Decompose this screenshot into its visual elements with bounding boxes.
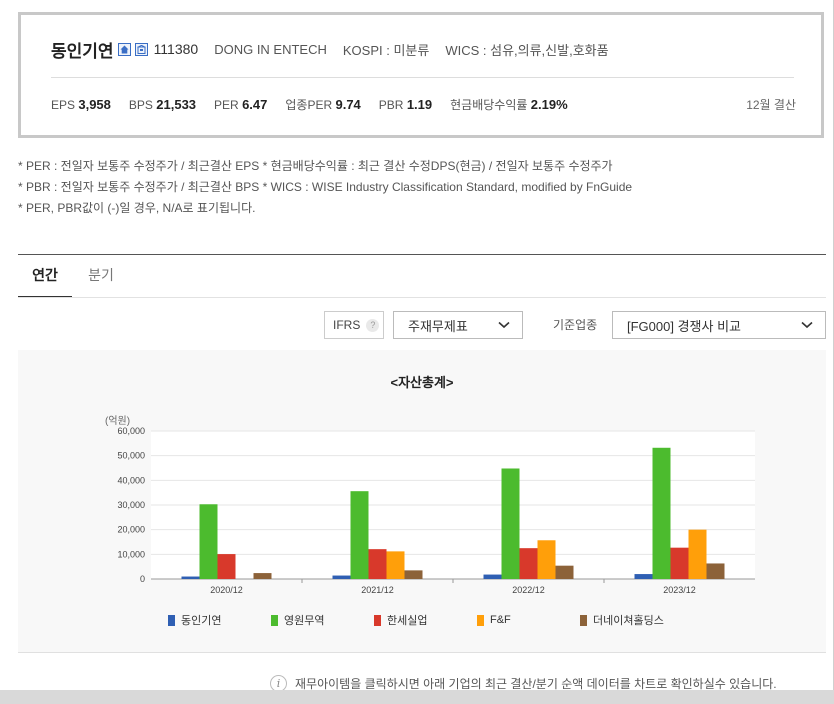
home-icon[interactable] (117, 42, 131, 56)
y-tick-label: 40,000 (117, 475, 145, 485)
y-tick-label: 50,000 (117, 451, 145, 461)
stat-bps: BPS 21,533 (128, 96, 197, 112)
ifrs-toggle[interactable]: IFRS ? (324, 311, 384, 339)
bar (386, 551, 405, 579)
industry-select[interactable]: [FG000] 경쟁사 비교 (612, 311, 826, 339)
industry-select-value: [FG000] 경쟁사 비교 (627, 318, 741, 334)
legend-item[interactable]: 더네이쳐홀딩스 (580, 612, 683, 628)
bottom-divider (18, 652, 826, 653)
chart-panel: <자산총계> 0 10,000 20,000 30,000 40,000 50,000 60… (18, 350, 826, 652)
bar (537, 540, 556, 579)
bottom-scrollbar[interactable] (0, 690, 834, 704)
bar (519, 548, 538, 579)
tabs-divider (18, 297, 826, 298)
legend-item[interactable]: 한세실업 (374, 612, 477, 628)
stock-code: 111380 (153, 41, 199, 57)
help-icon[interactable]: ? (366, 318, 380, 332)
note-per: * PER : 전일자 보통주 수정주가 / 최근결산 EPS * 현금배당수익… (18, 159, 613, 173)
company-name: 동인기연 (51, 41, 114, 61)
statement-select-value: 주재무제표 (408, 318, 468, 334)
section-divider (18, 254, 826, 255)
company-english-name: DONG IN ENTECH (214, 41, 327, 57)
industry-label: 기준업종 (553, 318, 598, 332)
legend-label: F&F (490, 614, 511, 626)
y-tick-label: 60,000 (117, 426, 145, 436)
bar (350, 491, 369, 579)
legend-label: 영원무역 (284, 615, 325, 627)
building-icon[interactable] (134, 42, 148, 56)
stats-row: EPS 3,958 BPS 21,533 PER 6.47 업종PER 9.74… (51, 94, 796, 114)
y-axis-label: (억원) (105, 415, 130, 427)
legend-item[interactable]: 동인기연 (168, 612, 271, 628)
legend-label: 동인기연 (181, 615, 222, 627)
tab-quarter[interactable]: 분기 (80, 256, 122, 296)
chevron-down-icon (801, 321, 813, 329)
wics-classification: WICS : 섬유,의류,신발,호화품 (445, 42, 609, 58)
notes: * PER : 전일자 보통주 수정주가 / 최근결산 EPS * 현금배당수익… (18, 156, 632, 219)
y-tick-label: 20,000 (117, 525, 145, 535)
x-tick-label: 2022/12 (512, 585, 545, 595)
period-tabs: 연간 분기 (18, 256, 826, 298)
bar (332, 575, 351, 579)
bar (199, 504, 218, 579)
x-tick-label: 2021/12 (361, 585, 394, 595)
bar (404, 570, 423, 579)
legend-swatch (271, 614, 278, 626)
stat-eps: EPS 3,958 (51, 96, 111, 112)
bar (181, 576, 200, 579)
bar (652, 447, 671, 579)
bar (634, 574, 653, 579)
bar (706, 563, 725, 579)
company-summary-box (18, 12, 824, 138)
info-text: 재무아이템을 클릭하시면 아래 기업의 최근 결산/분기 순액 데이터를 차트로… (295, 676, 777, 691)
legend-swatch (374, 614, 381, 626)
bar (555, 565, 574, 579)
bar (368, 549, 387, 579)
stat-industry-per: 업종PER 9.74 (285, 96, 361, 112)
y-tick-label: 10,000 (117, 549, 145, 559)
stat-per: PER 6.47 (214, 96, 268, 112)
ifrs-label: IFRS (333, 318, 361, 332)
legend-item[interactable]: 영원무역 (271, 612, 374, 628)
bar (253, 573, 272, 579)
bar (217, 554, 236, 579)
statement-select[interactable]: 주재무제표 (393, 311, 523, 339)
bar (501, 468, 520, 579)
info-icon: i (270, 674, 287, 692)
bar (688, 529, 707, 579)
market-classification: KOSPI : 미분류 (342, 42, 430, 58)
legend-label: 한세실업 (387, 615, 428, 627)
note-pbr: * PBR : 전일자 보통주 수정주가 / 최근결산 BPS * WICS :… (18, 180, 633, 194)
bar (670, 547, 689, 579)
note-na: * PER, PBR값이 (-)일 경우, N/A로 표기됩니다. (18, 201, 256, 215)
legend-swatch (477, 614, 484, 626)
legend-item[interactable]: F&F (477, 612, 580, 628)
chevron-down-icon (498, 321, 510, 329)
company-title-row: 동인기연 111380 DONG IN ENTECH KOSPI : 미분류 W… (51, 37, 609, 61)
settlement-month: 12월 결산 (746, 97, 796, 112)
asset-total-chart: 0 10,000 20,000 30,000 40,000 50,000 60,000(억원… (105, 415, 755, 595)
y-tick-label: 0 (140, 574, 145, 584)
chart-legend: 동인기연 영원무역 한세실업 F&F 더네이쳐홀딩스 (168, 612, 683, 628)
legend-swatch (168, 614, 175, 626)
stat-pbr: PBR 1.19 (378, 96, 433, 112)
legend-label: 더네이쳐홀딩스 (593, 615, 664, 627)
header-divider (51, 77, 794, 78)
stat-dividend-yield: 현금배당수익률 2.19% (450, 96, 568, 112)
y-tick-label: 30,000 (117, 500, 145, 510)
tab-annual[interactable]: 연간 (18, 256, 72, 298)
x-tick-label: 2023/12 (663, 585, 696, 595)
bar (483, 574, 502, 579)
legend-swatch (580, 614, 587, 626)
x-tick-label: 2020/12 (210, 585, 243, 595)
